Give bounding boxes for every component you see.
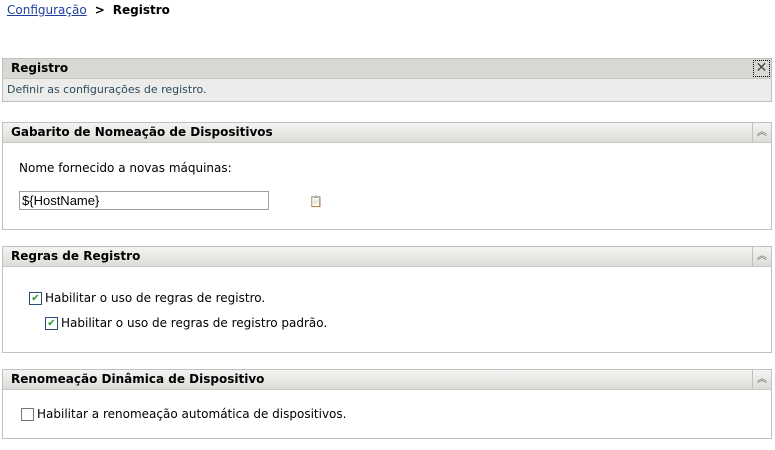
naming-title: Gabarito de Nomeação de Dispositivos [11,125,273,139]
intro-panel: Registro ✕ Definir as configurações de r… [2,58,772,102]
breadcrumb-current: Registro [112,3,170,17]
enable-rename-checkbox[interactable]: Habilitar a renomeação automática de dis… [21,407,346,421]
intro-title: Registro [11,61,69,75]
rules-title: Regras de Registro [11,249,141,263]
enable-default-rules-checkbox[interactable]: ✔ Habilitar o uso de regras de registro p… [45,316,327,330]
collapse-icon[interactable]: ︽ [752,123,771,142]
rename-panel: Renomeação Dinâmica de Dispositivo ︽ Habi… [2,369,772,439]
breadcrumb-configuracao-link[interactable]: Configuração [7,3,87,17]
enable-rules-checkbox[interactable]: ✔ Habilitar o uso de regras de registro. [29,291,265,305]
enable-default-rules-label: Habilitar o uso de regras de registro pa… [61,316,328,330]
rules-panel: Regras de Registro ︽ ✔ Habilitar o uso de … [2,246,772,353]
breadcrumb: Configuração > Registro [7,3,170,17]
variable-list-icon[interactable]: 📋 [309,195,323,209]
breadcrumb-separator: > [94,3,105,17]
intro-description: Definir as configurações de registro. [7,83,207,96]
enable-rules-label: Habilitar o uso de regras de registro. [45,291,266,305]
checkbox-unchecked-icon[interactable] [21,407,34,421]
close-icon[interactable]: ✕ [753,60,770,77]
naming-panel: Gabarito de Nomeação de Dispositivos ︽ No… [2,122,772,230]
collapse-icon[interactable]: ︽ [752,370,771,389]
enable-rename-label: Habilitar a renomeação automática de dis… [37,407,347,421]
machine-name-input[interactable]: ${HostName} [19,191,269,210]
collapse-icon[interactable]: ︽ [752,247,771,266]
checkbox-checked-icon[interactable]: ✔ [29,291,42,305]
checkbox-checked-icon[interactable]: ✔ [45,316,58,330]
rename-title: Renomeação Dinâmica de Dispositivo [11,372,265,386]
naming-label: Nome fornecido a novas máquinas: [19,161,232,175]
